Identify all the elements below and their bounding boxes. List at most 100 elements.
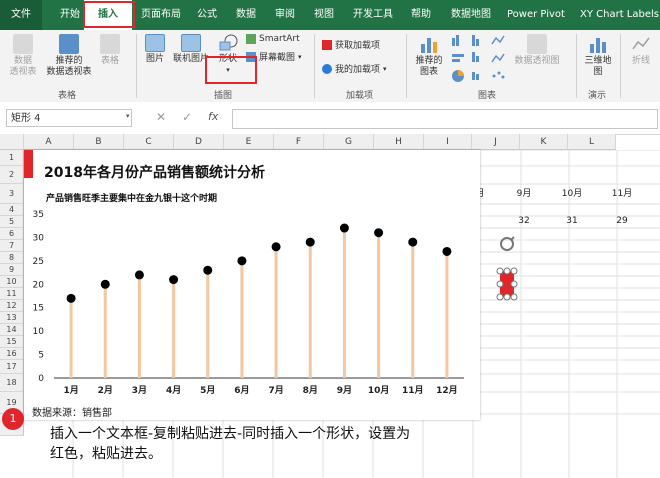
cell-month[interactable]: 9月 (500, 186, 548, 199)
data-point (339, 223, 349, 233)
row-header-12[interactable]: 12 (0, 300, 24, 312)
column-header-a[interactable]: A (24, 134, 74, 150)
x-tick-label: 11月 (402, 385, 424, 396)
row-header-7[interactable]: 7 (0, 240, 24, 252)
cell-value[interactable]: 29 (598, 216, 646, 226)
data-point (100, 279, 110, 289)
row-header-4[interactable]: 4 (0, 204, 24, 216)
column-header-b[interactable]: B (74, 134, 124, 150)
my-addins-button[interactable]: 我的加载项 ▾ (322, 62, 387, 75)
pivot-chart-button[interactable]: 数据透视图 (514, 34, 560, 67)
row-header-3[interactable]: 3 (0, 184, 24, 204)
3d-map-button[interactable]: 三维地 图 (582, 34, 614, 78)
step-badge: 1 (2, 408, 24, 430)
tab-formulas[interactable]: 公式 (197, 0, 217, 30)
column-header-c[interactable]: C (124, 134, 174, 150)
recommended-charts-button[interactable]: 推荐的 图表 (412, 34, 446, 78)
cell-value[interactable]: 32 (500, 216, 548, 226)
instruction-text: 插入一个文本框-复制粘贴进去-同时插入一个形状，设置为红色，粘贴进去。 (50, 426, 411, 462)
select-all-corner[interactable] (0, 134, 24, 150)
data-point (442, 246, 452, 256)
smartart-button[interactable]: SmartArt (246, 34, 300, 44)
chart-subtitle: 产品销售旺季主要集中在金九银十这个时期 (46, 194, 218, 204)
cell-month[interactable]: 10月 (548, 186, 596, 199)
column-header-i[interactable]: I (424, 134, 472, 150)
tab-file[interactable]: 文件 (0, 0, 42, 30)
y-tick-label: 35 (33, 210, 44, 220)
sparkline-line-button[interactable]: 折线 (626, 34, 656, 67)
recommended-charts-label: 推荐的 图表 (415, 56, 443, 77)
screenshot-label: 屏幕截图 (259, 53, 296, 63)
cell-month[interactable]: 11月 (598, 186, 646, 199)
row-header-9[interactable]: 9 (0, 264, 24, 276)
row-header-11[interactable]: 11 (0, 288, 24, 300)
column-header-l[interactable]: L (568, 134, 616, 150)
cell-value[interactable]: 31 (548, 216, 596, 226)
group-separator (620, 34, 621, 98)
y-tick-label: 30 (33, 233, 45, 243)
row-header-5[interactable]: 5 (0, 216, 24, 228)
tab-help[interactable]: 帮助 (411, 0, 431, 30)
tab-data[interactable]: 数据 (236, 0, 256, 30)
insert-function-icon[interactable]: fx (208, 110, 218, 123)
column-header-f[interactable]: F (274, 134, 324, 150)
row-header-8[interactable]: 8 (0, 252, 24, 264)
red-rectangle-shape[interactable] (492, 234, 522, 304)
tab-xy-chart-labels[interactable]: XY Chart Labels (580, 0, 659, 30)
column-header-e[interactable]: E (224, 134, 274, 150)
name-box[interactable]: 矩形 4 (6, 109, 132, 127)
table-button[interactable]: 表格 (96, 34, 124, 67)
cancel-icon[interactable]: ✕ (156, 110, 166, 124)
row-header-16[interactable]: 16 (0, 348, 24, 360)
pivot-table-button[interactable]: 数据 透视表 (6, 34, 40, 78)
row-header-17[interactable]: 17 (0, 360, 24, 374)
chevron-down-icon[interactable]: ▾ (126, 112, 130, 120)
lollipop-plot: 0 5 10 15 20 25 30 35 1月 2月 3月 4月 5月 6月 7月 8月 9月 10月 11月 12… (33, 210, 464, 396)
column-header-g[interactable]: G (324, 134, 374, 150)
tab-developer[interactable]: 开发工具 (353, 0, 393, 30)
pictures-label: 图片 (145, 54, 164, 64)
row-header-10[interactable]: 10 (0, 276, 24, 288)
chart-area[interactable]: 2018年各月份产品销售额统计分析 产品销售旺季主要集中在金九银十这个时期 0 5… (24, 150, 480, 420)
tab-power-pivot[interactable]: Power Pivot (507, 0, 565, 30)
x-tick-label: 6月 (234, 385, 249, 396)
row-header-14[interactable]: 14 (0, 324, 24, 336)
y-tick-label: 5 (38, 351, 44, 361)
row-header-15[interactable]: 15 (0, 336, 24, 348)
column-header-h[interactable]: H (374, 134, 424, 150)
recommended-pivot-button[interactable]: 推荐的 数据透视表 (44, 34, 94, 78)
recommended-pivot-label: 推荐的 数据透视表 (46, 56, 92, 77)
chart-type-gallery[interactable] (450, 34, 510, 84)
data-point (408, 237, 418, 247)
bar-chart-icon (419, 34, 439, 54)
x-tick-label: 10月 (368, 385, 390, 396)
column-header-k[interactable]: K (520, 134, 568, 150)
y-tick-label: 25 (33, 257, 44, 267)
column-header-d[interactable]: D (174, 134, 224, 150)
tab-page-layout[interactable]: 页面布局 (141, 0, 181, 30)
group-separator (314, 34, 315, 98)
recommended-pivot-icon (59, 34, 79, 54)
tab-home[interactable]: 开始 (60, 0, 80, 30)
row-header-1[interactable]: 1 (0, 150, 24, 166)
tab-review[interactable]: 审阅 (275, 0, 295, 30)
get-addins-button[interactable]: 获取加载项 (322, 38, 380, 51)
column-header-j[interactable]: J (472, 134, 520, 150)
formula-input[interactable] (232, 109, 658, 129)
tab-insert[interactable]: 插入 (84, 0, 132, 30)
enter-icon[interactable]: ✓ (182, 110, 192, 124)
data-point (374, 228, 384, 238)
tab-data-map[interactable]: 数据地图 (451, 0, 491, 30)
screenshot-button[interactable]: 屏幕截图 ▾ (246, 50, 302, 63)
row-header-18[interactable]: 18 (0, 374, 24, 392)
shapes-button[interactable]: 形状 ▾ (214, 34, 242, 76)
x-tick-label: 1月 (63, 385, 78, 396)
pictures-button[interactable]: 图片 (142, 34, 168, 65)
row-header-2[interactable]: 2 (0, 166, 24, 184)
tab-view[interactable]: 视图 (314, 0, 334, 30)
chart-source: 数据来源：销售部 (32, 408, 112, 419)
row-header-13[interactable]: 13 (0, 312, 24, 324)
x-tick-label: 4月 (166, 385, 181, 396)
online-pictures-button[interactable]: 联机图片 (170, 34, 212, 65)
row-header-6[interactable]: 6 (0, 228, 24, 240)
